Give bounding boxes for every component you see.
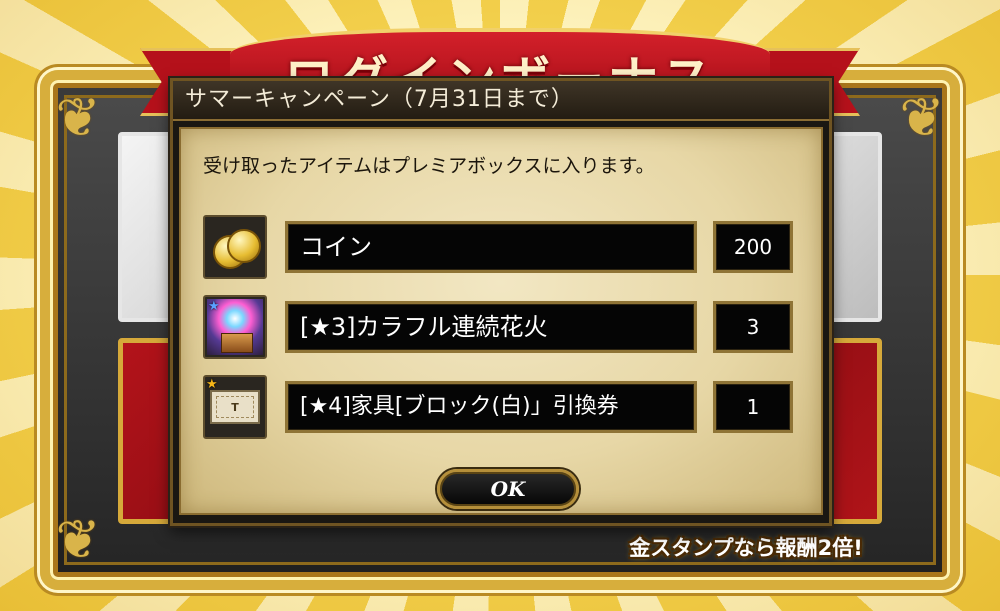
- item-quantity: 1: [713, 381, 793, 433]
- corner-ornament-icon: ❦: [899, 86, 945, 149]
- item-quantity: 200: [713, 221, 793, 273]
- dialog-title: サマーキャンペーン（7月31日まで）: [185, 87, 574, 112]
- reward-item-row: ★ T [★4]家具[ブロック(白)」引換券 1: [203, 375, 793, 439]
- coin-icon: [203, 215, 267, 279]
- firework-icon: ★: [203, 295, 267, 359]
- item-name-box: [★4]家具[ブロック(白)」引換券: [285, 381, 697, 433]
- corner-ornament-icon: ❦: [55, 86, 101, 149]
- item-quantity: 3: [713, 301, 793, 353]
- exchange-ticket-icon: ★ T: [203, 375, 267, 439]
- dialog-header: サマーキャンペーン（7月31日まで）: [173, 81, 829, 121]
- item-name-box: コイン: [285, 221, 697, 273]
- item-name: [★4]家具[ブロック(白)」引換券: [300, 394, 619, 419]
- dialog-body: 受け取ったアイテムはプレミアボックスに入ります。 コイン 200 ★ [★3]カ…: [179, 127, 823, 515]
- reward-item-row: ★ [★3]カラフル連続花火 3: [203, 295, 793, 359]
- item-name: コイン: [300, 233, 372, 261]
- item-name-box: [★3]カラフル連続花火: [285, 301, 697, 353]
- corner-ornament-icon: ❦: [55, 508, 101, 571]
- ok-button[interactable]: OK: [437, 469, 579, 509]
- reward-item-row: コイン 200: [203, 215, 793, 279]
- item-name: [★3]カラフル連続花火: [300, 313, 548, 341]
- reward-dialog: サマーキャンペーン（7月31日まで） 受け取ったアイテムはプレミアボックスに入り…: [170, 78, 832, 526]
- bonus-note: 金スタンプなら報酬2倍!: [629, 536, 863, 560]
- dialog-message: 受け取ったアイテムはプレミアボックスに入ります。: [203, 155, 655, 177]
